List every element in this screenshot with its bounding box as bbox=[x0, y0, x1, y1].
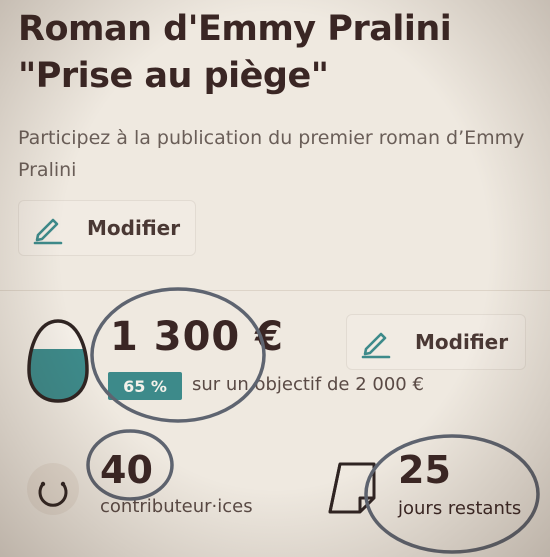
funding-amount: 1 300 € bbox=[110, 314, 285, 360]
days-remaining-count: 25 bbox=[398, 448, 451, 492]
funding-objective: sur un objectif de 2 000 € bbox=[192, 374, 424, 395]
project-title-line-2: "Prise au piège" bbox=[18, 56, 329, 96]
project-title: Roman d'Emmy Pralini "Prise au piège" bbox=[18, 6, 538, 100]
project-title-line-1: Roman d'Emmy Pralini bbox=[18, 9, 452, 49]
contributors-label: contributeur·ices bbox=[100, 496, 253, 517]
egg-progress-icon bbox=[27, 319, 89, 403]
calendar-icon bbox=[328, 462, 376, 514]
egg-fill bbox=[29, 349, 87, 401]
pencil-icon bbox=[361, 332, 391, 359]
pencil-icon bbox=[33, 218, 63, 245]
funding-percent-badge: 65 % bbox=[108, 372, 182, 400]
days-remaining-label: jours restants bbox=[398, 498, 522, 519]
project-description: Participez à la publication du premier r… bbox=[18, 127, 525, 181]
contributors-count: 40 bbox=[100, 448, 153, 492]
modify-funding-label: Modifier bbox=[415, 330, 509, 354]
modify-funding-button[interactable]: Modifier bbox=[346, 314, 526, 370]
annotation-circle-days bbox=[364, 434, 540, 554]
modify-project-button[interactable]: Modifier bbox=[18, 200, 196, 256]
modify-project-label: Modifier bbox=[87, 216, 181, 240]
contributors-circle-icon bbox=[27, 463, 79, 515]
section-divider bbox=[0, 290, 550, 291]
